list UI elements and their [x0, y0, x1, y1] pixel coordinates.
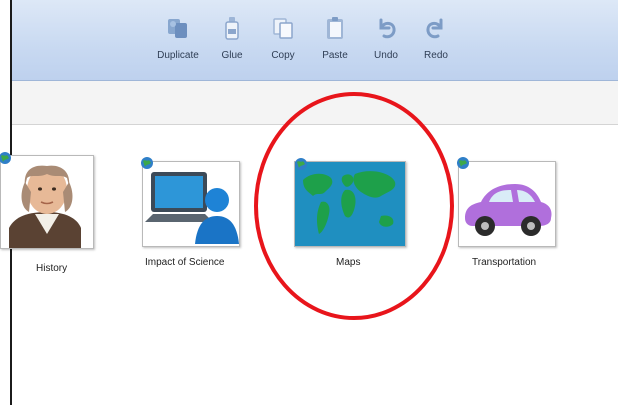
item-label-transportation: Transportation [472, 257, 537, 268]
item-label-maps: Maps [336, 257, 361, 268]
globe-icon [457, 157, 469, 169]
maps-thumbnail [294, 161, 406, 247]
copy-icon [273, 18, 293, 39]
item-maps[interactable]: Maps [294, 158, 414, 291]
world-map-icon [295, 162, 405, 246]
undo-button[interactable]: Undo [358, 14, 414, 76]
item-label-history: History [36, 263, 68, 274]
secondary-toolbar [12, 81, 618, 125]
toolbar: Duplicate Glue Copy Paste Undo Redo [12, 0, 618, 81]
glue-label: Glue [221, 50, 243, 61]
computer-user-icon [143, 162, 239, 246]
globe-icon [0, 152, 11, 164]
redo-button[interactable]: Redo [408, 14, 464, 76]
duplicate-button[interactable]: Duplicate [150, 14, 206, 76]
glue-button[interactable]: Glue [204, 14, 260, 76]
transportation-thumbnail [458, 161, 556, 247]
globe-icon [295, 158, 307, 170]
item-label-impact-of-science: Impact of Science [145, 257, 225, 268]
copy-button[interactable]: Copy [255, 14, 311, 76]
paste-label: Paste [322, 50, 348, 61]
item-history[interactable]: History [0, 152, 110, 285]
undo-icon [379, 18, 396, 39]
glue-icon [225, 17, 239, 40]
globe-icon [141, 157, 153, 169]
duplicate-icon [168, 19, 187, 38]
redo-label: Redo [424, 50, 448, 61]
item-impact-of-science[interactable]: Impact of Science [141, 157, 262, 291]
history-thumbnail [0, 155, 94, 249]
paste-icon [327, 17, 343, 39]
redo-icon [426, 18, 443, 39]
impact-of-science-thumbnail [142, 161, 240, 247]
copy-label: Copy [271, 50, 295, 61]
undo-label: Undo [374, 50, 398, 61]
portrait-icon [1, 156, 93, 248]
content-area: History Impact of Science Maps Transport… [0, 125, 618, 405]
paste-button[interactable]: Paste [307, 14, 363, 76]
car-icon [459, 162, 555, 246]
duplicate-label: Duplicate [157, 50, 199, 61]
item-transportation[interactable]: Transportation [457, 157, 578, 291]
